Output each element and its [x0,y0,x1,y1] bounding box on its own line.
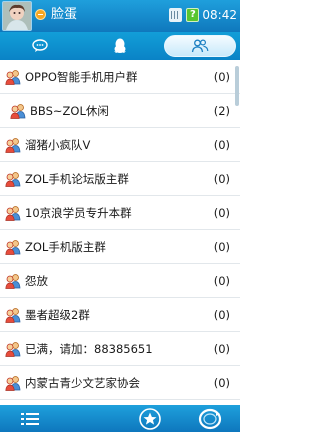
group-avatar-icon [5,171,21,187]
loop-icon [198,408,222,429]
group-unread-count: (0) [213,206,230,220]
group-name: 已满，请加：88385651 [25,342,153,356]
chat-bubble-icon [32,39,48,52]
group-unread-count: (0) [213,342,230,356]
online-status-icon[interactable] [35,9,46,20]
switch-button[interactable] [180,405,240,432]
avatar-image [3,2,31,30]
app-screen: 脸蛋 ? 08:42 OPPO智能手机用户群 (0) BBS~ZOL休闲 (2)… [0,0,240,432]
menu-list-icon [21,412,39,425]
list-item[interactable]: BBS~ZOL休闲 (2) [0,94,240,128]
sim-card-icon [169,8,183,22]
group-name: 墨者超级2群 [25,308,90,322]
tab-chat[interactable] [0,35,80,57]
group-unread-count: (0) [213,376,230,390]
qq-penguin-icon [114,38,126,53]
tab-qq[interactable] [80,35,160,57]
group-unread-count: (0) [213,308,230,322]
group-unread-count: (2) [213,104,230,118]
list-item[interactable]: 已满，请加：88385651 (0) [0,332,240,366]
group-avatar-icon [5,341,21,357]
list-item[interactable]: 怨放 (0) [0,264,240,298]
tab-bar [0,32,240,60]
group-name: 溜猪小疯队V [25,138,91,152]
list-item[interactable]: 溜猪小疯队V (0) [0,128,240,162]
group-avatar-icon [5,239,21,255]
list-item[interactable]: ZOL手机论坛版主群 (0) [0,162,240,196]
group-avatar-icon [5,307,21,323]
group-unread-count: (0) [213,172,230,186]
group-name: ZOL手机论坛版主群 [25,172,129,186]
avatar[interactable] [2,1,32,31]
group-name: BBS~ZOL休闲 [30,104,109,118]
group-list[interactable]: OPPO智能手机用户群 (0) BBS~ZOL休闲 (2) 溜猪小疯队V (0) ZOL手机… [0,60,240,405]
battery-icon: ? [186,8,200,22]
group-avatar-icon [5,137,21,153]
list-item[interactable]: ZOL手机版主群 (0) [0,230,240,264]
group-name: 10京浪学员专升本群 [25,206,132,220]
group-unread-count: (0) [213,274,230,288]
system-status-icons: ? 08:42 [169,7,237,23]
clock: 08:42 [202,8,237,22]
group-avatar-icon [10,103,26,119]
group-avatar-icon [5,69,21,85]
group-unread-count: (0) [213,70,230,84]
bottom-bar [0,405,240,432]
star-icon [139,407,161,430]
group-name: 内蒙古青少文艺家协会 [25,376,140,390]
group-avatar-icon [5,375,21,391]
tab-groups[interactable] [164,35,236,57]
group-avatar-icon [5,273,21,289]
list-item[interactable]: 内蒙古青少文艺家协会 (0) [0,366,240,400]
scrollbar[interactable] [235,66,239,106]
menu-button[interactable] [0,405,60,432]
group-name: ZOL手机版主群 [25,240,106,254]
list-item[interactable]: 10京浪学员专升本群 (0) [0,196,240,230]
group-unread-count: (0) [213,138,230,152]
list-item[interactable]: OPPO智能手机用户群 (0) [0,60,240,94]
favorites-button[interactable] [120,405,180,432]
group-name: 怨放 [25,274,48,288]
group-people-icon [191,39,209,53]
list-item[interactable]: 墨者超级2群 (0) [0,298,240,332]
top-bar: 脸蛋 ? 08:42 [0,0,240,32]
nickname: 脸蛋 [51,7,78,22]
group-avatar-icon [5,205,21,221]
group-unread-count: (0) [213,240,230,254]
group-name: OPPO智能手机用户群 [25,70,138,84]
